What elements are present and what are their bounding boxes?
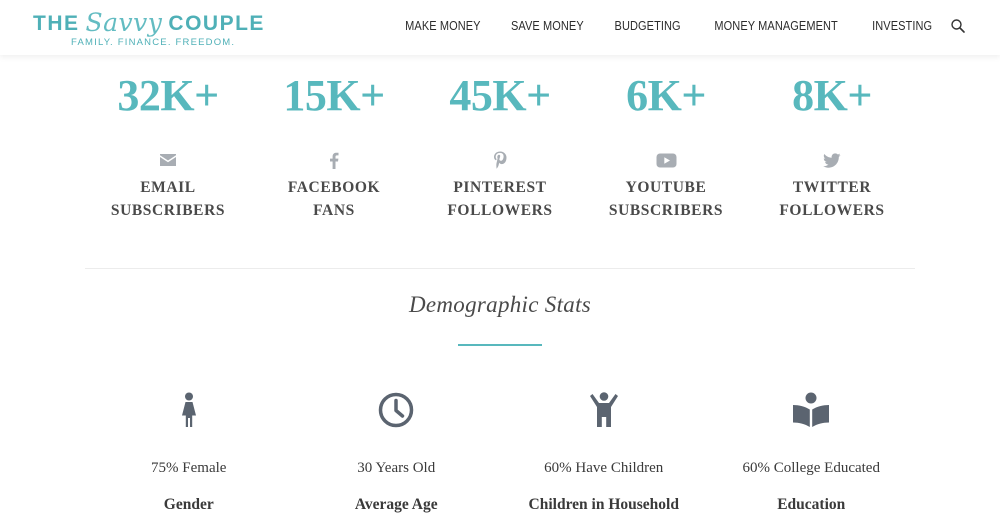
- stat-label-line2: FOLLOWERS: [447, 202, 553, 219]
- nav-save-money[interactable]: SAVE MONEY: [511, 19, 584, 33]
- twitter-icon: [749, 150, 915, 170]
- stat-label-line2: FANS: [313, 202, 355, 219]
- stat-youtube: 6K+ YOUTUBE SUBSCRIBERS: [583, 70, 749, 222]
- book-icon: [708, 388, 916, 432]
- site-logo[interactable]: THE Savvy COUPLE FAMILY. FINANCE. FREEDO…: [33, 8, 263, 50]
- stat-label-line1: EMAIL: [140, 179, 196, 196]
- pinterest-icon: [417, 150, 583, 170]
- stat-label-line1: FACEBOOK: [287, 179, 381, 196]
- social-stats: 32K+ EMAIL SUBSCRIBERS 15K+ FACEBOOK FAN…: [85, 70, 915, 222]
- logo-text-couple: COUPLE: [168, 12, 265, 35]
- envelope-icon: [85, 150, 251, 170]
- youtube-icon: [583, 150, 749, 170]
- facebook-icon: [251, 150, 417, 170]
- stat-label-line2: SUBSCRIBERS: [110, 202, 226, 219]
- stat-facebook: 15K+ FACEBOOK FANS: [251, 70, 417, 222]
- stat-label: YOUTUBE SUBSCRIBERS: [583, 176, 749, 222]
- demo-label: Gender: [163, 496, 214, 513]
- stat-label-line1: PINTEREST: [453, 179, 547, 196]
- stat-twitter: 8K+ TWITTER FOLLOWERS: [749, 70, 915, 222]
- nav-make-money[interactable]: MAKE MONEY: [405, 19, 480, 33]
- clock-icon: [293, 388, 501, 432]
- stat-label: PINTEREST FOLLOWERS: [417, 176, 583, 222]
- stat-pinterest: 45K+ PINTEREST FOLLOWERS: [417, 70, 583, 222]
- site-header: THE Savvy COUPLE FAMILY. FINANCE. FREEDO…: [0, 0, 1000, 55]
- demographics-title: Demographic Stats: [408, 292, 592, 317]
- stat-email: 32K+ EMAIL SUBSCRIBERS: [85, 70, 251, 222]
- nav-investing[interactable]: INVESTING: [872, 19, 932, 33]
- demo-children: 60% Have Children Children in Household: [500, 388, 708, 515]
- stat-label: TWITTER FOLLOWERS: [749, 176, 915, 222]
- stat-count: 6K+: [626, 71, 706, 120]
- nav-money-management[interactable]: MONEY MANAGEMENT: [715, 19, 838, 33]
- stat-count: 32K+: [117, 71, 219, 120]
- stat-label-line1: YOUTUBE: [625, 179, 707, 196]
- stat-label-line2: SUBSCRIBERS: [608, 202, 724, 219]
- title-underline: [458, 344, 542, 346]
- demo-value: 30 Years Old: [357, 460, 436, 476]
- logo-wordmark: THE Savvy COUPLE: [33, 8, 263, 37]
- stat-label: FACEBOOK FANS: [251, 176, 417, 222]
- demo-label: Education: [777, 496, 846, 513]
- stat-label-line2: FOLLOWERS: [779, 202, 885, 219]
- nav-budgeting[interactable]: BUDGETING: [615, 19, 681, 33]
- stat-count: 8K+: [792, 71, 872, 120]
- demo-value: 60% Have Children: [544, 460, 664, 476]
- main-nav: MAKE MONEY SAVE MONEY BUDGETING MONEY MA…: [379, 18, 966, 34]
- logo-text-savvy: Savvy: [85, 8, 163, 37]
- demo-value: 75% Female: [151, 460, 227, 476]
- stat-label: EMAIL SUBSCRIBERS: [85, 176, 251, 222]
- stat-count: 15K+: [283, 71, 385, 120]
- demographic-stats: 75% Female Gender 30 Years Old Average A…: [85, 388, 915, 515]
- demo-value: 60% College Educated: [742, 460, 880, 476]
- logo-text-the: THE: [33, 12, 80, 35]
- stat-label-line1: TWITTER: [792, 179, 872, 196]
- demo-education: 60% College Educated Education: [708, 388, 916, 515]
- demo-age: 30 Years Old Average Age: [293, 388, 501, 515]
- child-icon: [500, 388, 708, 432]
- demo-gender: 75% Female Gender: [85, 388, 293, 515]
- logo-tagline: FAMILY. FINANCE. FREEDOM.: [71, 37, 236, 48]
- female-icon: [85, 388, 293, 432]
- demo-label: Average Age: [354, 496, 438, 513]
- search-icon[interactable]: [950, 18, 966, 34]
- section-divider: [85, 268, 915, 269]
- demo-label: Children in Household: [528, 496, 679, 513]
- stat-count: 45K+: [449, 71, 551, 120]
